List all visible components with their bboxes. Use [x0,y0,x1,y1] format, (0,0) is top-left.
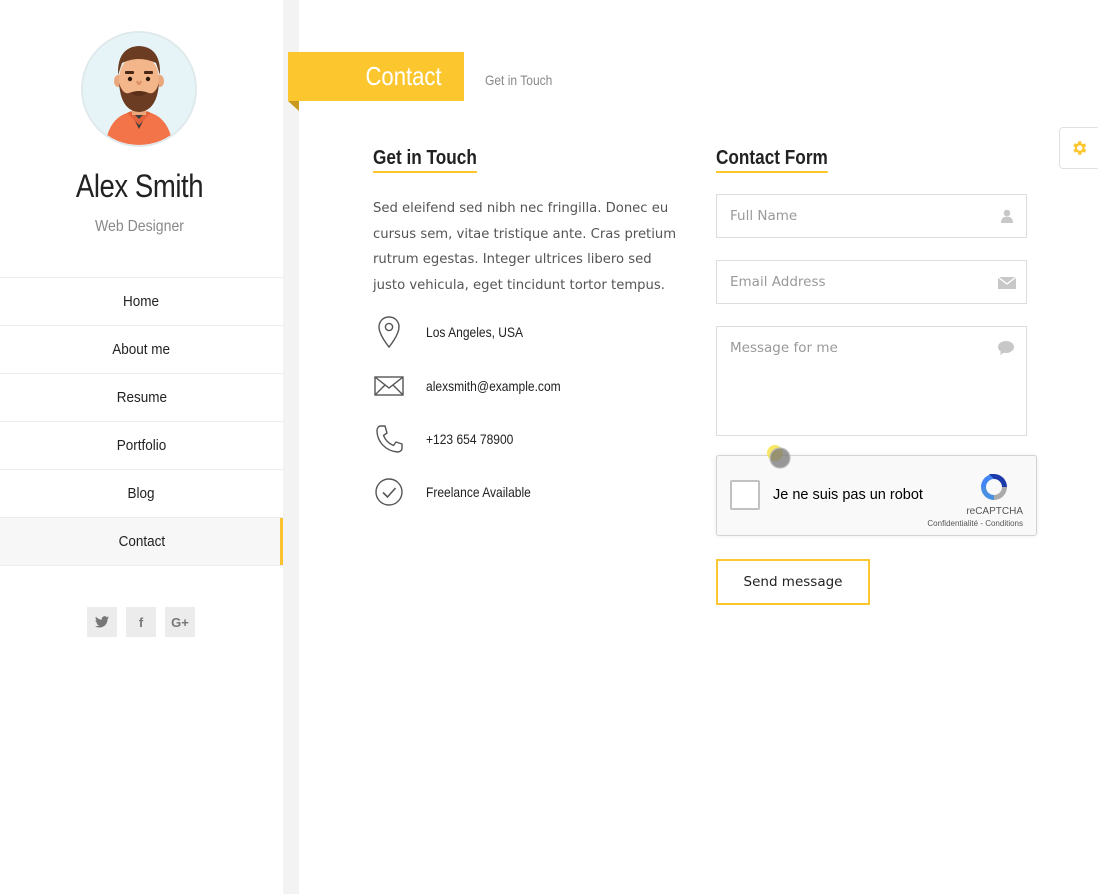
nav-item-blog[interactable]: Blog [0,470,283,518]
nav-item-label: Blog [127,485,156,502]
intro-text: Sed eleifend sed nibh nec fringilla. Don… [373,201,677,293]
check-circle-icon [373,474,405,510]
speech-bubble-icon [998,341,1014,355]
ribbon-fold [288,101,299,111]
email-field [716,260,1027,304]
nav-item-contact[interactable]: Contact [0,518,283,566]
google-plus-button[interactable]: G+ [165,607,195,637]
settings-toggle[interactable] [1059,127,1098,169]
recaptcha-logo-icon [981,474,1007,500]
page-subtitle: Get in Touch [485,72,553,88]
twitter-icon [95,616,109,628]
full-name-field [716,194,1027,238]
nav-item-label: Resume [116,389,167,406]
nav-item-about[interactable]: About me [0,326,283,374]
user-icon [1001,209,1013,223]
twitter-button[interactable] [87,607,117,637]
send-message-button[interactable]: Send message [716,559,870,605]
recaptcha-label: Je ne suis pas un robot [773,487,923,503]
page-title: Contact [365,61,442,91]
info-phone: +123 654 78900 [373,421,528,457]
info-email-text: alexsmith@example.com [426,378,561,394]
social-links: f G+ [87,607,195,637]
nav-item-label: About me [112,341,171,358]
google-plus-icon: G+ [171,614,189,630]
recaptcha-terms-link[interactable]: Confidentialité - Conditions [927,519,1023,528]
message-input[interactable] [717,327,1026,431]
gear-icon [1072,141,1086,155]
profile-name: Alex Smith [75,168,204,204]
recaptcha-checkbox[interactable] [730,480,760,510]
nav-item-resume[interactable]: Resume [0,374,283,422]
info-freelance-text: Freelance Available [426,484,531,500]
message-field [716,326,1027,436]
contact-form-heading: Contact Form [716,147,828,173]
email-input[interactable] [717,261,1026,303]
phone-icon [373,421,405,457]
main-nav: Home About me Resume Portfolio Blog Cont… [0,277,283,566]
info-location: Los Angeles, USA [373,314,539,350]
info-location-text: Los Angeles, USA [426,324,524,340]
envelope-icon [998,276,1016,289]
page-title-ribbon: Contact [288,52,464,101]
recaptcha-brand: reCAPTCHA [966,506,1023,517]
location-pin-icon [373,314,405,350]
cursor-highlight-icon [767,445,791,469]
facebook-icon: f [138,614,144,630]
recaptcha-widget: Je ne suis pas un robot reCAPTCHA Confid… [716,455,1037,536]
get-in-touch-heading: Get in Touch [373,147,477,173]
info-phone-text: +123 654 78900 [426,431,514,447]
avatar [81,31,197,147]
profile-role: Web Designer [95,218,184,235]
avatar-illustration-icon [83,33,195,145]
envelope-icon [373,368,405,404]
nav-item-portfolio[interactable]: Portfolio [0,422,283,470]
full-name-input[interactable] [717,195,1026,237]
nav-item-home[interactable]: Home [0,278,283,326]
info-freelance: Freelance Available [373,474,548,510]
info-email: alexsmith@example.com [373,368,583,404]
nav-item-label: Contact [118,533,165,550]
nav-item-label: Home [123,293,160,310]
sidebar-divider [283,0,299,894]
facebook-button[interactable]: f [126,607,156,637]
nav-item-label: Portfolio [116,437,167,454]
sidebar: Alex Smith Web Designer Home About me Re… [0,0,283,894]
